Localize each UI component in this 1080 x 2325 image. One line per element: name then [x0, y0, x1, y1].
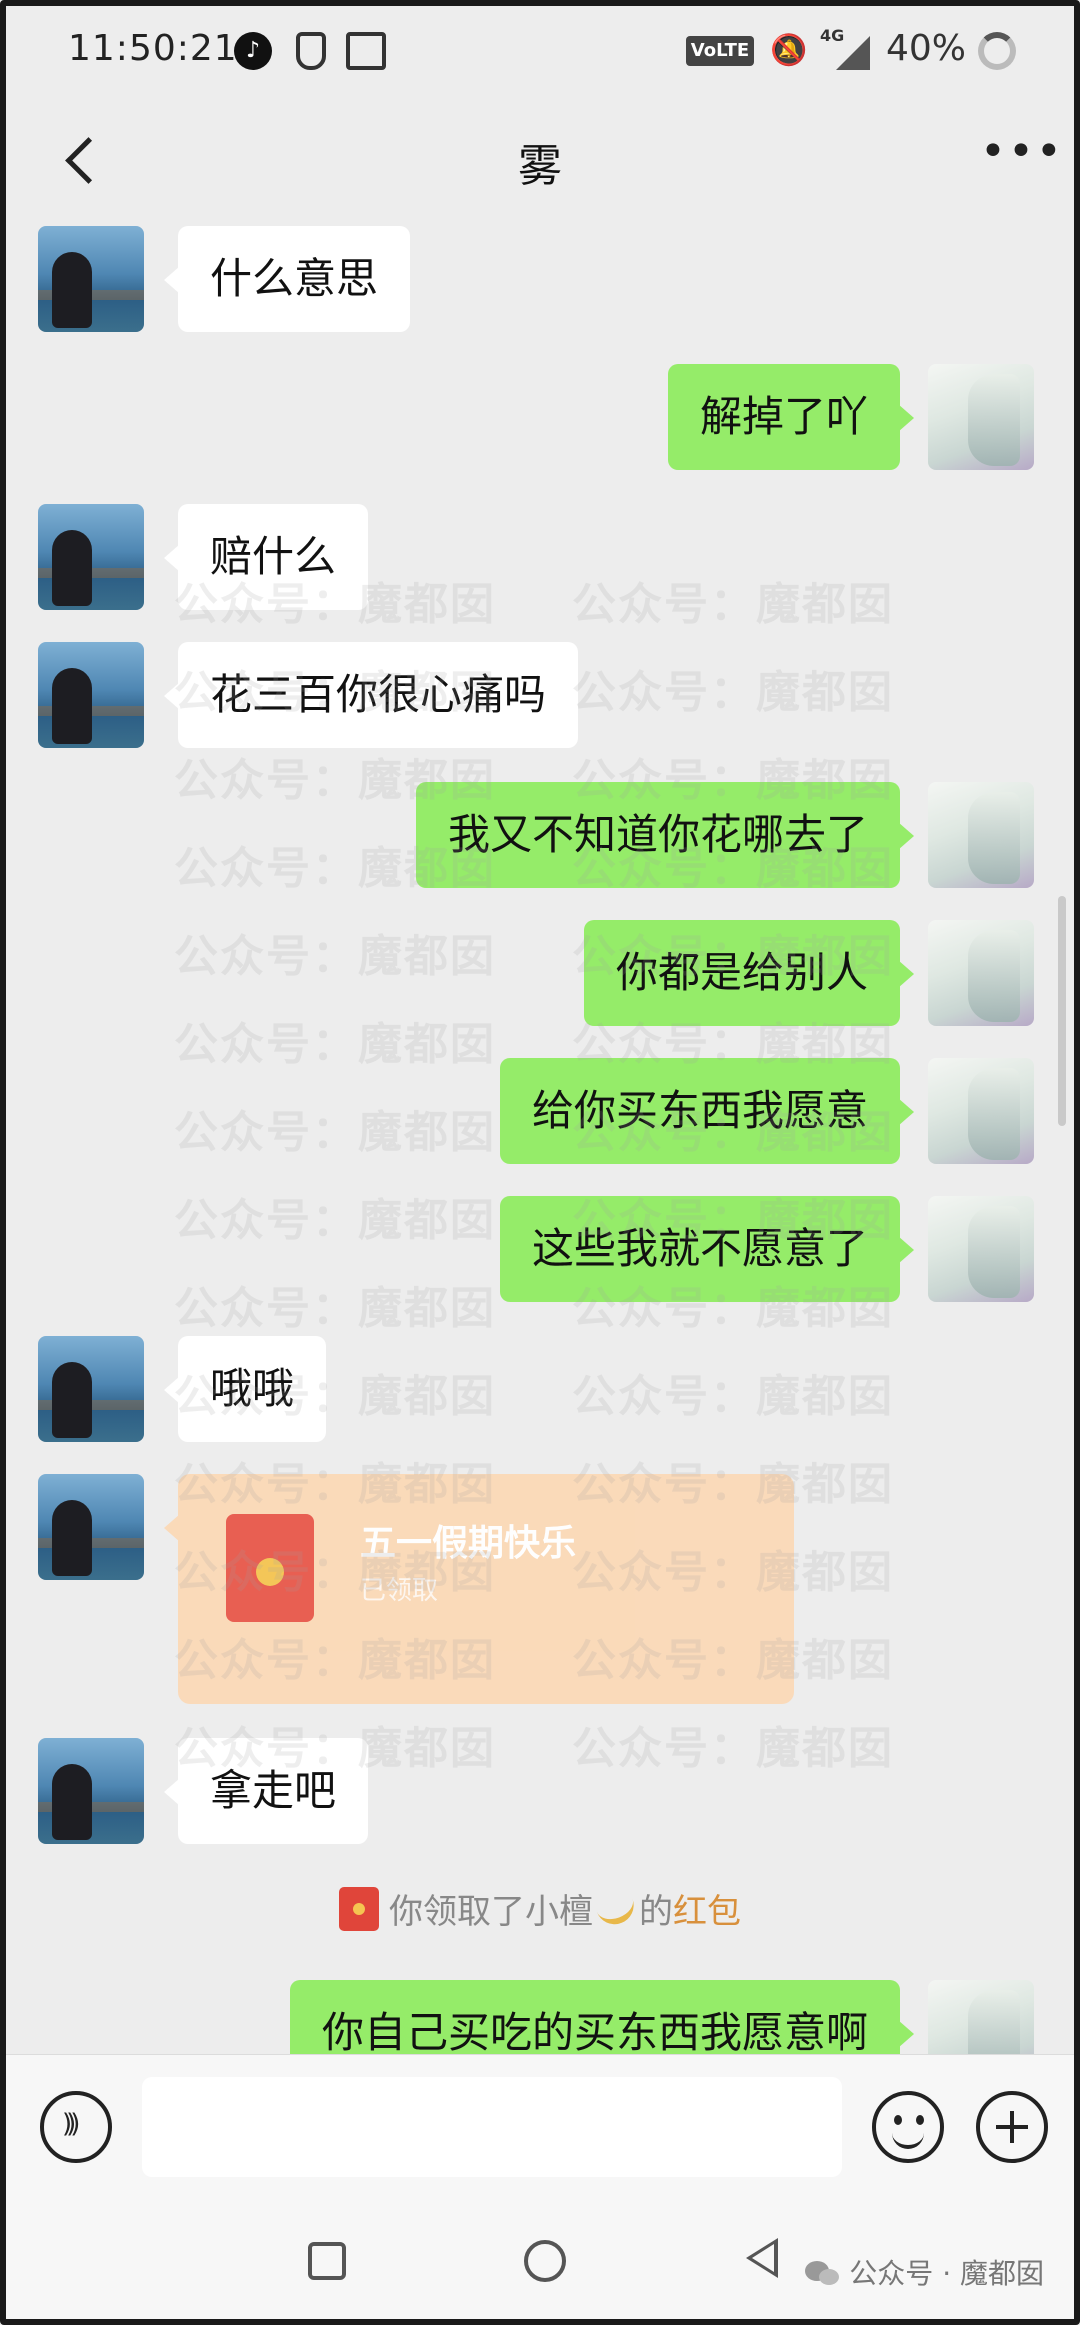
watermark: 公众号：魔都囡	[174, 1195, 496, 1246]
watermark: 公众号：魔都囡	[572, 579, 894, 630]
input-bar	[6, 2054, 1074, 2190]
status-bar: 11:50:21 ♪ VoLTE 🔕 4G 40%	[6, 6, 1074, 106]
watermark: 公众号：魔都囡	[174, 1019, 496, 1070]
message-icon	[346, 32, 386, 70]
message-list[interactable]: 什么意思 解掉了吖 赔什么 花三百你很心痛吗 我又不知道你花哪去了 你都是给别人…	[6, 216, 1074, 2054]
message-bubble[interactable]: 给你买东西我愿意	[499, 1058, 915, 1164]
mute-icon: 🔕	[770, 33, 808, 68]
my-avatar[interactable]	[928, 1980, 1034, 2054]
scrollbar[interactable]	[1058, 896, 1066, 1126]
message-bubble[interactable]: 我又不知道你花哪去了	[415, 782, 915, 888]
message-bubble[interactable]: 你都是给别人	[583, 920, 915, 1026]
voice-input-button[interactable]	[40, 2091, 112, 2163]
footer-credit-text: 公众号 · 魔都囡	[849, 2257, 1044, 2290]
red-packet-icon	[339, 1886, 379, 1931]
my-avatar[interactable]	[928, 1058, 1034, 1164]
emoji-button[interactable]	[872, 2091, 944, 2163]
message-bubble[interactable]: 解掉了吖	[667, 364, 915, 470]
my-avatar[interactable]	[928, 920, 1034, 1026]
contact-avatar[interactable]	[38, 1336, 144, 1442]
contact-avatar[interactable]	[38, 642, 144, 748]
notice-text-middle: 的	[639, 1892, 673, 1932]
system-navigation-bar: 公众号 · 魔都囡	[6, 2190, 1074, 2319]
footer-credit: 公众号 · 魔都囡	[805, 2252, 1044, 2292]
message-input[interactable]	[142, 2077, 842, 2177]
back-button[interactable]	[746, 2238, 778, 2278]
watermark: 公众号：魔都囡	[572, 667, 894, 718]
message-bubble[interactable]: 拿走吧	[163, 1738, 369, 1844]
sparkle-emoji-icon	[593, 1887, 639, 1930]
watermark: 公众号：魔都囡	[572, 1723, 894, 1774]
more-options-icon[interactable]: •••	[980, 130, 1062, 174]
contact-avatar[interactable]	[38, 1738, 144, 1844]
my-avatar[interactable]	[928, 1196, 1034, 1302]
battery-icon	[978, 32, 1016, 70]
contact-avatar[interactable]	[38, 504, 144, 610]
home-button[interactable]	[524, 2240, 566, 2282]
red-packet-status: 已领取	[360, 1576, 439, 1606]
system-notice: 你领取了小檀 的红包	[6, 1884, 1074, 1933]
phone-screen: 11:50:21 ♪ VoLTE 🔕 4G 40% 雾 ••• 什么意思 解掉了…	[0, 0, 1080, 2325]
message-bubble[interactable]: 什么意思	[163, 226, 411, 332]
message-bubble[interactable]: 花三百你很心痛吗	[163, 642, 579, 748]
shield-icon	[296, 32, 326, 70]
signal-icon: 4G	[820, 26, 870, 70]
red-packet-link[interactable]: 红包	[673, 1892, 741, 1932]
watermark: 公众号：魔都囡	[572, 1371, 894, 1422]
contact-avatar[interactable]	[38, 226, 144, 332]
tiktok-icon: ♪	[234, 32, 272, 70]
chat-title: 雾	[518, 141, 562, 192]
my-avatar[interactable]	[928, 782, 1034, 888]
red-envelope-icon	[226, 1514, 314, 1622]
message-bubble[interactable]: 你自己买吃的买东西我愿意啊	[289, 1980, 915, 2054]
watermark: 公众号：魔都囡	[174, 931, 496, 982]
my-avatar[interactable]	[928, 364, 1034, 470]
chat-header: 雾 •••	[6, 106, 1074, 216]
message-bubble[interactable]: 哦哦	[163, 1336, 327, 1442]
more-actions-button[interactable]	[976, 2091, 1048, 2163]
message-bubble[interactable]: 赔什么	[163, 504, 369, 610]
message-bubble[interactable]: 这些我就不愿意了	[499, 1196, 915, 1302]
battery-percent: 40%	[886, 28, 967, 69]
watermark: 公众号：魔都囡	[174, 1107, 496, 1158]
notice-text: 你领取了小檀	[389, 1892, 593, 1932]
red-packet-card[interactable]: 五一假期快乐 已领取	[164, 1474, 794, 1704]
volte-icon: VoLTE	[686, 36, 754, 66]
watermark: 公众号：魔都囡	[174, 1283, 496, 1334]
recents-button[interactable]	[308, 2242, 346, 2280]
red-packet-title: 五一假期快乐	[360, 1523, 577, 1564]
contact-avatar[interactable]	[38, 1474, 144, 1580]
status-time: 11:50:21	[68, 28, 238, 69]
wechat-icon	[805, 2261, 841, 2289]
